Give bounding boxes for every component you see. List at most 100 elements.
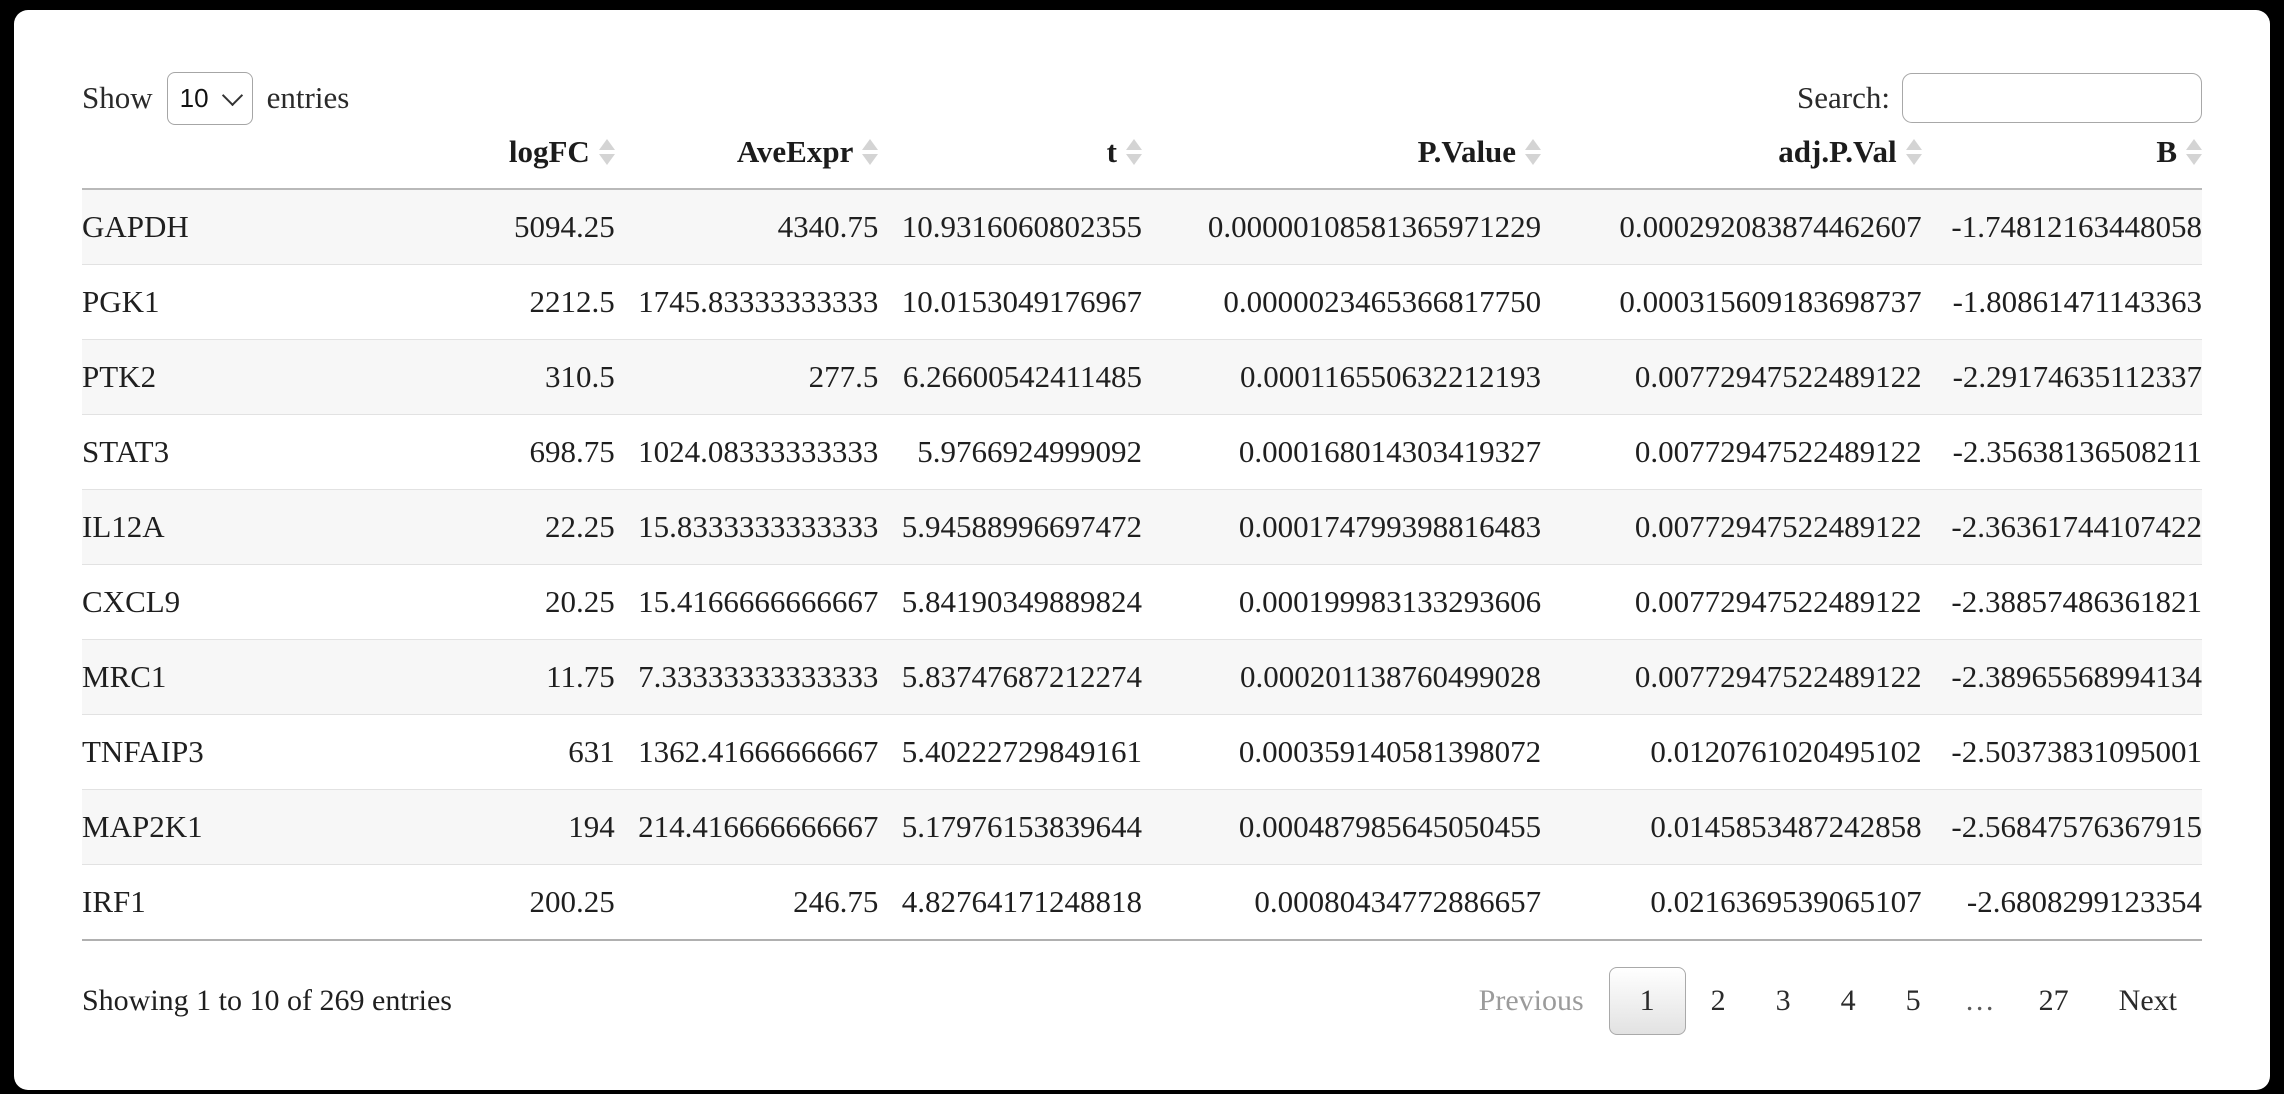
cell-gene: STAT3	[82, 414, 352, 490]
column-label-pvalue: P.Value	[1417, 134, 1517, 169]
cell-pvalue: 0.00000108581365971229	[1141, 189, 1542, 265]
table-row: STAT3 698.75 1024.08333333333 5.97669249990…	[82, 414, 2202, 490]
table-row: IL12A 22.25 15.8333333333333 5.945889966974…	[82, 489, 2202, 565]
sort-arrows-icon	[1905, 139, 1922, 165]
column-header-gene[interactable]	[82, 128, 352, 190]
cell-pvalue: 0.000199983133293606	[1141, 564, 1542, 640]
cell-adjpval: 0.00772947522489122	[1541, 489, 1922, 565]
column-header-adjpval[interactable]: adj.P.Val	[1541, 128, 1922, 190]
pagination-page-27[interactable]: 27	[2014, 973, 2094, 1029]
sort-arrows-icon	[598, 139, 615, 165]
cell-adjpval: 0.0145853487242858	[1541, 789, 1922, 865]
pagination-next[interactable]: Next	[2094, 973, 2202, 1029]
table-row: PGK1 2212.5 1745.83333333333 10.01530491769…	[82, 264, 2202, 340]
column-label-b: B	[2156, 134, 2177, 169]
search-label: Search:	[1797, 80, 1890, 115]
cell-gene: MRC1	[82, 639, 352, 715]
page-length-label-post: entries	[266, 80, 350, 115]
page-length-control: Show 10 entries	[82, 71, 350, 125]
cell-pvalue: 0.000174799398816483	[1141, 489, 1542, 565]
pagination: Previous 1 2 3 4 5 … 27 Next	[1454, 967, 2202, 1035]
cell-b: -2.35638136508211	[1921, 414, 2202, 490]
cell-b: -1.74812163448058	[1921, 189, 2202, 265]
results-table: logFC AveExpr t P.Value adj.P.Val B GAPD…	[82, 128, 2202, 941]
cell-t: 10.9316060802355	[878, 189, 1142, 265]
pagination-page-4[interactable]: 4	[1816, 973, 1881, 1029]
cell-aveexpr: 214.416666666667	[614, 789, 879, 865]
page-length-select[interactable]: 10	[166, 71, 253, 125]
cell-adjpval: 0.000292083874462607	[1541, 189, 1922, 265]
column-header-t[interactable]: t	[878, 128, 1142, 190]
cell-logfc: 22.25	[351, 489, 615, 565]
table-row: PTK2 310.5 277.5 6.26600542411485 0.00011655…	[82, 339, 2202, 415]
search-control: Search:	[1797, 73, 2202, 123]
cell-aveexpr: 1745.83333333333	[614, 264, 879, 340]
cell-t: 5.83747687212274	[878, 639, 1142, 715]
pagination-previous[interactable]: Previous	[1454, 973, 1609, 1029]
cell-adjpval: 0.0216369539065107	[1541, 864, 1922, 941]
sort-arrows-icon	[2186, 139, 2202, 165]
cell-logfc: 310.5	[351, 339, 615, 415]
search-input[interactable]	[1902, 73, 2202, 123]
cell-pvalue: 0.000201138760499028	[1141, 639, 1542, 715]
cell-adjpval: 0.0120761020495102	[1541, 714, 1922, 790]
column-header-logfc[interactable]: logFC	[351, 128, 615, 190]
cell-logfc: 631	[351, 714, 615, 790]
datatable-panel: Show 10 entries Search: logFC AveExpr t …	[14, 10, 2270, 1090]
column-header-pvalue[interactable]: P.Value	[1141, 128, 1542, 190]
table-footer: Showing 1 to 10 of 269 entries Previous …	[82, 941, 2202, 1035]
cell-gene: CXCL9	[82, 564, 352, 640]
cell-t: 5.94588996697472	[878, 489, 1142, 565]
cell-adjpval: 0.00772947522489122	[1541, 414, 1922, 490]
pagination-page-5[interactable]: 5	[1881, 973, 1946, 1029]
cell-t: 5.40222729849161	[878, 714, 1142, 790]
cell-pvalue: 0.000487985645050455	[1141, 789, 1542, 865]
sort-arrows-icon	[1525, 139, 1542, 165]
cell-t: 5.17976153839644	[878, 789, 1142, 865]
cell-b: -2.56847576367915	[1921, 789, 2202, 865]
cell-logfc: 698.75	[351, 414, 615, 490]
header-row: logFC AveExpr t P.Value adj.P.Val B	[82, 128, 2202, 190]
table-row: GAPDH 5094.25 4340.75 10.9316060802355 0.000…	[82, 189, 2202, 265]
page-length-value: 10	[179, 83, 209, 113]
cell-logfc: 200.25	[351, 864, 615, 941]
column-header-b[interactable]: B	[1921, 128, 2202, 190]
cell-b: -2.36361744107422	[1921, 489, 2202, 565]
cell-b: -2.38857486361821	[1921, 564, 2202, 640]
cell-aveexpr: 246.75	[614, 864, 879, 941]
table-row: MAP2K1 194 214.416666666667 5.1797615383964…	[82, 789, 2202, 865]
cell-gene: PTK2	[82, 339, 352, 415]
table-controls: Show 10 entries Search:	[82, 10, 2202, 128]
column-header-aveexpr[interactable]: AveExpr	[614, 128, 879, 190]
pagination-page-3[interactable]: 3	[1751, 973, 1816, 1029]
sort-arrows-icon	[1125, 139, 1142, 165]
cell-t: 5.9766924999092	[878, 414, 1142, 490]
pagination-page-2[interactable]: 2	[1686, 973, 1751, 1029]
cell-gene: TNFAIP3	[82, 714, 352, 790]
cell-adjpval: 0.000315609183698737	[1541, 264, 1922, 340]
cell-pvalue: 0.000359140581398072	[1141, 714, 1542, 790]
cell-b: -2.38965568994134	[1921, 639, 2202, 715]
cell-logfc: 5094.25	[351, 189, 615, 265]
cell-aveexpr: 15.4166666666667	[614, 564, 879, 640]
cell-logfc: 2212.5	[351, 264, 615, 340]
cell-b: -2.29174635112337	[1921, 339, 2202, 415]
cell-b: -2.50373831095001	[1921, 714, 2202, 790]
cell-aveexpr: 7.33333333333333	[614, 639, 879, 715]
cell-gene: PGK1	[82, 264, 352, 340]
cell-logfc: 194	[351, 789, 615, 865]
cell-pvalue: 0.00080434772886657	[1141, 864, 1542, 941]
cell-gene: GAPDH	[82, 189, 352, 265]
cell-logfc: 11.75	[351, 639, 615, 715]
cell-t: 4.82764171248818	[878, 864, 1142, 941]
pagination-page-1[interactable]: 1	[1608, 967, 1686, 1035]
cell-aveexpr: 15.8333333333333	[614, 489, 879, 565]
cell-t: 5.84190349889824	[878, 564, 1142, 640]
cell-aveexpr: 4340.75	[614, 189, 879, 265]
cell-b: -1.80861471143363	[1921, 264, 2202, 340]
column-label-adjpval: adj.P.Val	[1778, 134, 1897, 169]
cell-adjpval: 0.00772947522489122	[1541, 639, 1922, 715]
cell-adjpval: 0.00772947522489122	[1541, 339, 1922, 415]
chevron-down-icon	[221, 84, 243, 107]
cell-gene: IRF1	[82, 864, 352, 941]
